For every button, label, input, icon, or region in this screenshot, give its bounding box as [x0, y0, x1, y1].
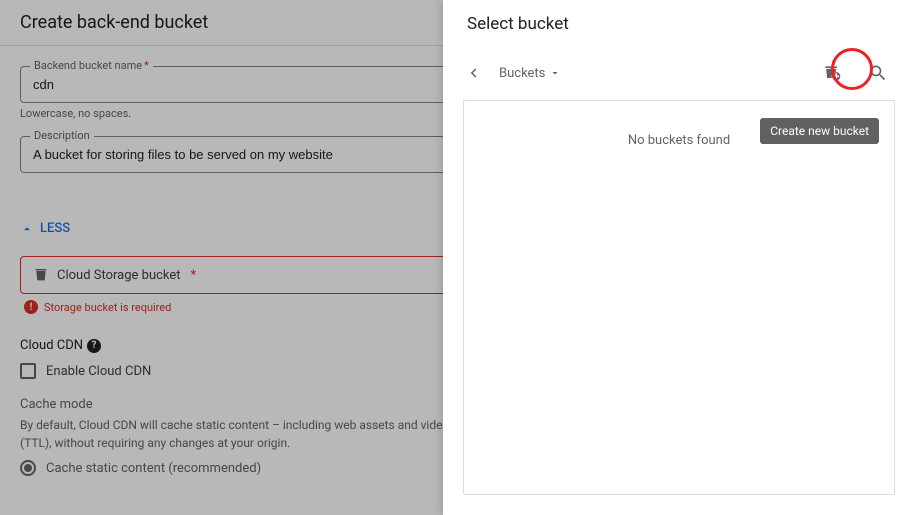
create-new-bucket-tooltip: Create new bucket	[760, 118, 879, 144]
enable-cloud-cdn-checkbox[interactable]	[20, 363, 36, 379]
bucket-browser-toolbar: Buckets	[443, 48, 915, 100]
required-asterisk: *	[144, 59, 149, 72]
select-bucket-title: Select bucket	[443, 0, 915, 48]
buckets-breadcrumb[interactable]: Buckets	[499, 66, 561, 81]
cache-static-radio[interactable]	[20, 460, 36, 476]
error-icon: !	[24, 300, 38, 314]
bucket-list: No buckets found	[463, 100, 895, 495]
help-icon[interactable]: ?	[87, 339, 101, 353]
back-button[interactable]	[463, 64, 483, 82]
create-new-bucket-button[interactable]	[815, 56, 849, 90]
empty-state-text: No buckets found	[628, 133, 730, 148]
description-label: Description	[30, 129, 94, 142]
bucket-name-label: Backend bucket name*	[30, 59, 153, 72]
select-bucket-panel: Select bucket Buckets Create new bucket …	[443, 0, 915, 515]
search-buckets-button[interactable]	[861, 56, 895, 90]
new-bucket-icon	[822, 63, 842, 83]
search-icon	[868, 63, 888, 83]
chevron-up-icon	[20, 222, 34, 236]
chevron-left-icon	[464, 64, 482, 82]
caret-down-icon	[549, 67, 561, 79]
required-asterisk: *	[191, 268, 197, 283]
bucket-icon	[33, 267, 49, 283]
